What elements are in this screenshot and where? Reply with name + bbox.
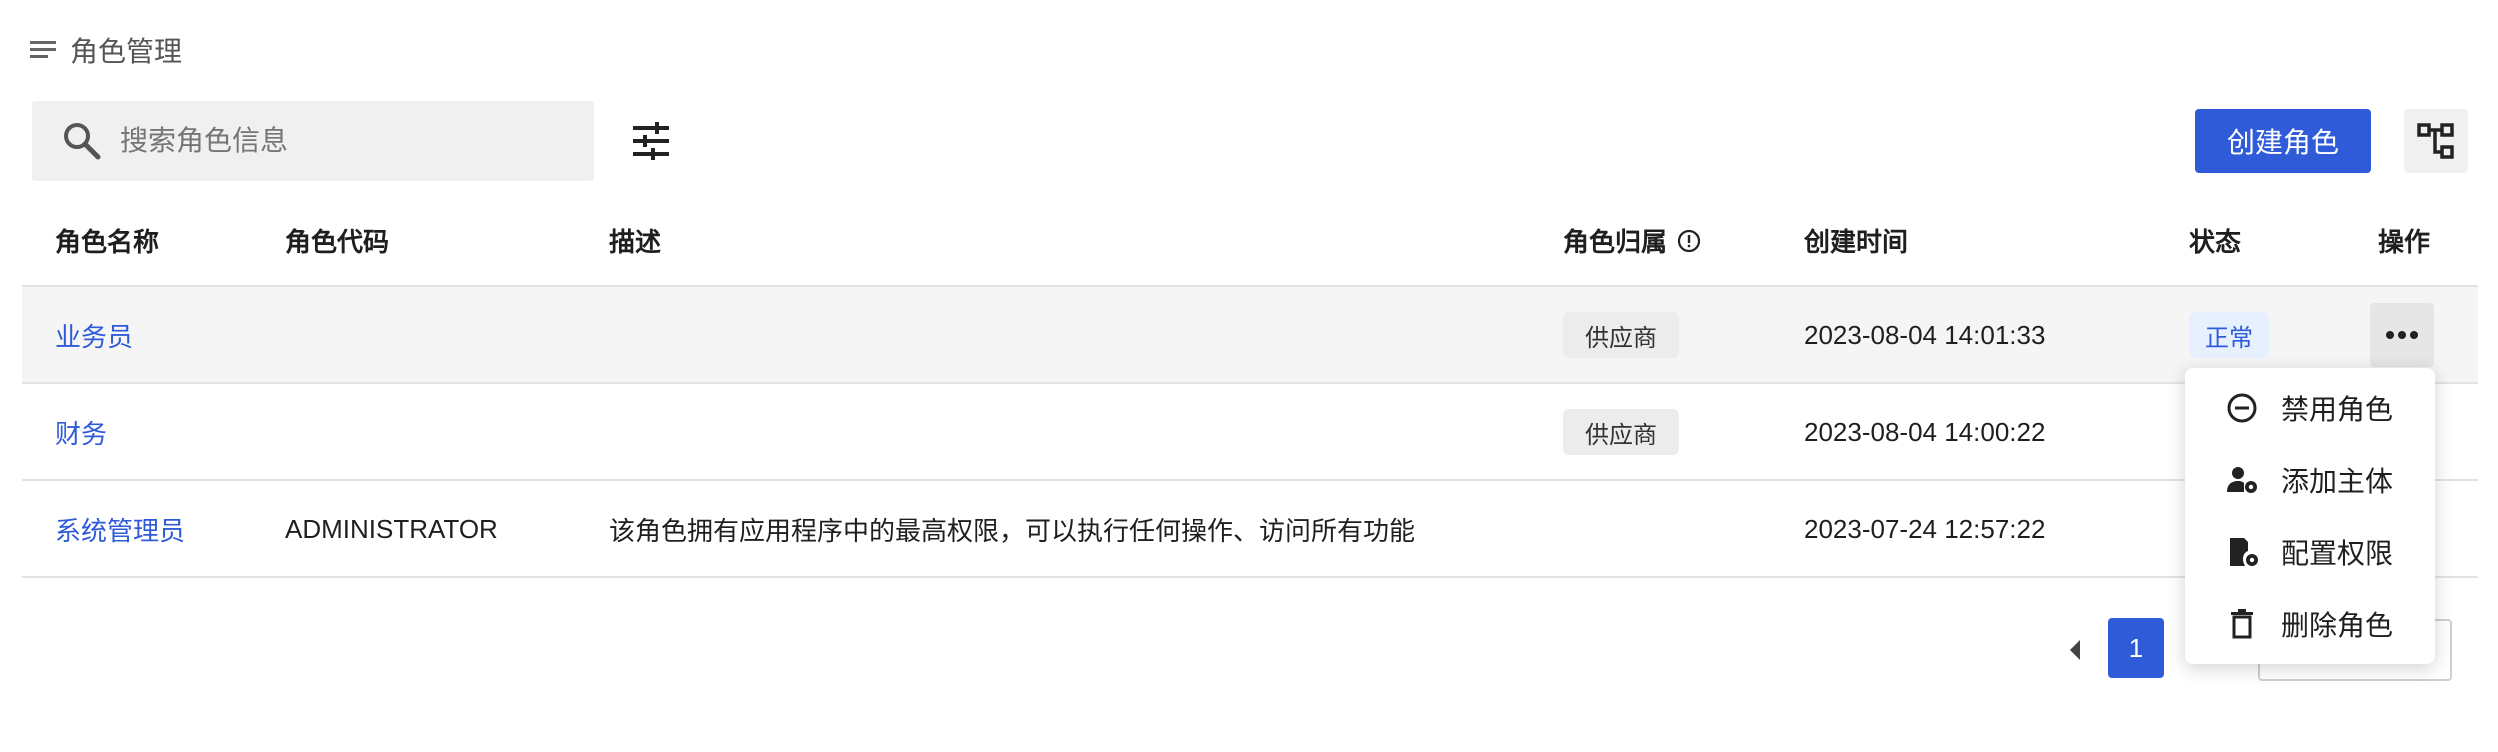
table-row[interactable] — [22, 384, 2478, 480]
menu-item-disable-role[interactable]: 禁用角色 — [2185, 372, 2435, 444]
trash-icon — [2225, 607, 2259, 641]
menu-item-delete-role[interactable]: 删除角色 — [2185, 588, 2435, 660]
search-box[interactable] — [32, 101, 594, 181]
created-time: 2023-07-24 12:57:22 — [1804, 513, 2046, 544]
role-name-link[interactable]: 财务 — [55, 384, 107, 480]
column-header-owner-label: 角色归属 — [1563, 227, 1668, 257]
user-cog-icon — [2225, 463, 2259, 497]
owner-tag: 供应商 — [1563, 312, 1679, 358]
action-menu: 禁用角色 添加主体 配置权限 删除角色 — [2185, 368, 2435, 664]
status-badge: 正常 — [2189, 312, 2269, 358]
divider — [22, 576, 2478, 578]
owner-tag: 供应商 — [1563, 409, 1679, 455]
role-description: 该角色拥有应用程序中的最高权限，可以执行任何操作、访问所有功能 — [609, 515, 1416, 546]
owner-cell: 供应商 — [1563, 287, 1679, 383]
info-icon[interactable] — [1677, 229, 1701, 253]
table-row[interactable] — [22, 287, 2478, 383]
search-icon — [60, 119, 104, 163]
page-title: 角色管理 — [70, 36, 183, 67]
search-input[interactable] — [118, 124, 562, 158]
column-header-actions: 操作 — [2378, 227, 2431, 257]
column-header-status: 状态 — [2189, 227, 2242, 257]
hierarchy-icon — [2416, 121, 2456, 161]
tree-view-button[interactable] — [2404, 109, 2468, 173]
menu-item-configure-permissions[interactable]: 配置权限 — [2185, 516, 2435, 588]
owner-cell: 供应商 — [1563, 384, 1679, 480]
created-time: 2023-08-04 14:00:22 — [1804, 416, 2046, 447]
menu-icon — [30, 39, 56, 61]
lock-settings-icon — [2225, 535, 2259, 569]
menu-item-label: 添加主体 — [2281, 466, 2394, 497]
role-code: ADMINISTRATOR — [285, 513, 498, 544]
menu-item-label: 删除角色 — [2281, 610, 2394, 641]
more-actions-button[interactable] — [2370, 303, 2434, 367]
caret-left-icon — [2068, 639, 2082, 661]
created-time: 2023-08-04 14:01:33 — [1804, 319, 2046, 350]
prev-page-button[interactable] — [2060, 630, 2090, 670]
create-role-button[interactable]: 创建角色 — [2195, 109, 2371, 173]
menu-item-add-subject[interactable]: 添加主体 — [2185, 444, 2435, 516]
menu-item-label: 配置权限 — [2281, 538, 2394, 569]
column-header-created: 创建时间 — [1804, 227, 1909, 257]
page-number-current[interactable]: 1 — [2108, 618, 2164, 678]
role-name-link[interactable]: 系统管理员 — [55, 481, 185, 577]
tune-icon — [629, 119, 673, 163]
menu-item-label: 禁用角色 — [2281, 394, 2394, 425]
column-header-owner: 角色归属 — [1563, 222, 1701, 259]
page-header: 角色管理 — [30, 30, 182, 70]
more-horizontal-icon — [2385, 330, 2419, 340]
role-name-link[interactable]: 业务员 — [55, 287, 133, 383]
column-header-name: 角色名称 — [55, 227, 160, 257]
minus-circle-icon — [2225, 391, 2259, 425]
column-header-description: 描述 — [609, 227, 662, 257]
column-header-code: 角色代码 — [285, 227, 390, 257]
filter-button[interactable] — [622, 112, 680, 170]
